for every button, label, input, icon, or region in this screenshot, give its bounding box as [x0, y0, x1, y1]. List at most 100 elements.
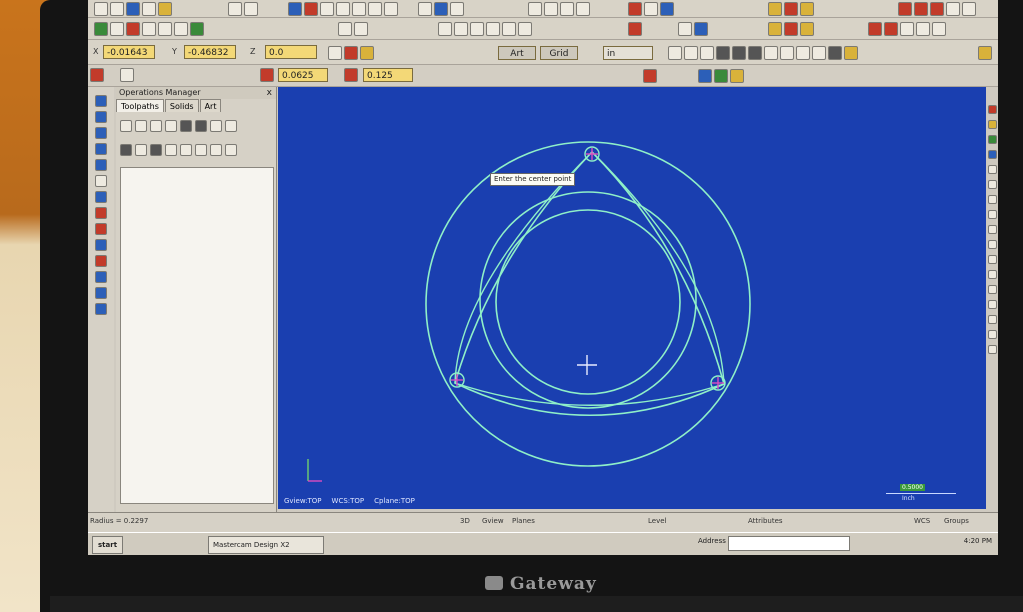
units-dropdown[interactable]: in	[603, 46, 653, 60]
start-button[interactable]: start	[92, 536, 124, 554]
select-window-icon[interactable]	[454, 22, 468, 36]
close-icon[interactable]: x	[267, 87, 272, 99]
left-tool-12-icon[interactable]	[95, 271, 107, 283]
left-tool-9-icon[interactable]	[95, 223, 107, 235]
measure-icon[interactable]	[450, 2, 464, 16]
zoom-fit-icon[interactable]	[288, 2, 302, 16]
left-tool-6-icon[interactable]	[95, 175, 107, 187]
art-i-icon[interactable]	[796, 46, 810, 60]
save-icon[interactable]	[126, 2, 140, 16]
left-tool-11-icon[interactable]	[95, 255, 107, 267]
left-tool-8-icon[interactable]	[95, 207, 107, 219]
layout-c-icon[interactable]	[900, 22, 914, 36]
verify-icon[interactable]	[195, 120, 207, 132]
art-a-icon[interactable]	[668, 46, 682, 60]
z-coordinate-field[interactable]: 0.0	[265, 45, 317, 59]
right-tool-9-icon[interactable]	[987, 225, 997, 234]
shading-icon[interactable]	[628, 2, 642, 16]
lock-icon[interactable]	[120, 144, 132, 156]
right-tool-15-icon[interactable]	[987, 315, 997, 324]
tab-solids[interactable]: Solids	[164, 99, 199, 112]
art-k-icon[interactable]	[828, 46, 842, 60]
toggle-posting-icon[interactable]	[135, 144, 147, 156]
tolerance-b-icon[interactable]	[344, 68, 358, 82]
new-op-icon[interactable]	[120, 68, 134, 82]
point-icon[interactable]	[94, 22, 108, 36]
fillet-icon[interactable]	[158, 22, 172, 36]
address-field[interactable]	[728, 536, 850, 551]
open-file-icon[interactable]	[110, 2, 124, 16]
vertex-marker-top[interactable]	[584, 146, 600, 162]
move-up-icon[interactable]	[180, 144, 192, 156]
select-area-icon[interactable]	[470, 22, 484, 36]
scroll-icon[interactable]	[210, 144, 222, 156]
left-tool-4-icon[interactable]	[95, 143, 107, 155]
repaint-icon[interactable]	[384, 2, 398, 16]
select-all-ops-icon[interactable]	[120, 120, 132, 132]
operations-tree[interactable]	[120, 167, 274, 504]
tolerance-b-field[interactable]: 0.125	[363, 68, 413, 82]
solid-box-icon[interactable]	[528, 2, 542, 16]
tab-toolpaths[interactable]: Toolpaths	[116, 99, 164, 112]
plane-top-icon[interactable]	[678, 22, 692, 36]
rectangle-icon[interactable]	[142, 22, 156, 36]
tab-art[interactable]: Art	[199, 99, 222, 112]
right-tool-13-icon[interactable]	[987, 285, 997, 294]
layout-b-icon[interactable]	[884, 22, 898, 36]
planes-button[interactable]: Planes	[512, 517, 535, 525]
right-tool-6-icon[interactable]	[987, 180, 997, 189]
gview-button[interactable]: Gview	[482, 517, 504, 525]
undo-icon[interactable]	[228, 2, 242, 16]
art-h-icon[interactable]	[780, 46, 794, 60]
zoom-out-icon[interactable]	[336, 2, 350, 16]
tool-a-icon[interactable]	[898, 2, 912, 16]
geometry-canvas[interactable]	[278, 87, 986, 509]
left-tool-10-icon[interactable]	[95, 239, 107, 251]
edit-c-icon[interactable]	[800, 22, 814, 36]
right-tool-10-icon[interactable]	[987, 240, 997, 249]
redo-icon[interactable]	[244, 2, 258, 16]
vertex-marker-left[interactable]	[449, 372, 465, 388]
edit-a-icon[interactable]	[768, 22, 782, 36]
layout-d-icon[interactable]	[916, 22, 930, 36]
stop-icon[interactable]	[90, 68, 104, 82]
pencil-icon[interactable]	[800, 2, 814, 16]
zoom-window-icon[interactable]	[304, 2, 318, 16]
only-display-icon[interactable]	[225, 144, 237, 156]
art-e-icon[interactable]	[732, 46, 746, 60]
xform-mirror-icon[interactable]	[354, 22, 368, 36]
autocursor-icon[interactable]	[344, 46, 358, 60]
tolerance-a-icon[interactable]	[260, 68, 274, 82]
tool-d-icon[interactable]	[946, 2, 960, 16]
select-vector-icon[interactable]	[502, 22, 516, 36]
left-tool-7-icon[interactable]	[95, 191, 107, 203]
art-d-icon[interactable]	[716, 46, 730, 60]
tolerance-a-field[interactable]: 0.0625	[278, 68, 328, 82]
art-help-icon[interactable]	[844, 46, 858, 60]
pen-icon[interactable]	[643, 69, 657, 83]
art-b-icon[interactable]	[684, 46, 698, 60]
regen-icon[interactable]	[150, 120, 162, 132]
edit-b-icon[interactable]	[784, 22, 798, 36]
right-tool-5-icon[interactable]	[987, 165, 997, 174]
zoom-in-icon[interactable]	[320, 2, 334, 16]
regen-dirty-icon[interactable]	[165, 120, 177, 132]
move-down-icon[interactable]	[165, 144, 177, 156]
xform-translate-icon[interactable]	[338, 22, 352, 36]
right-tool-11-icon[interactable]	[987, 255, 997, 264]
wand-icon[interactable]	[768, 2, 782, 16]
solid-sphere-icon[interactable]	[560, 2, 574, 16]
groups-button[interactable]: Groups	[944, 517, 969, 525]
cube-view-icon[interactable]	[628, 22, 642, 36]
art-f-icon[interactable]	[748, 46, 762, 60]
left-tool-5-icon[interactable]	[95, 159, 107, 171]
right-tool-1-icon[interactable]	[987, 105, 997, 114]
solid-cylinder-icon[interactable]	[544, 2, 558, 16]
ribbon-help-icon[interactable]	[730, 69, 744, 83]
mode-toggle[interactable]: 3D	[460, 517, 470, 525]
right-tool-4-icon[interactable]	[987, 150, 997, 159]
grid-button[interactable]: Grid	[540, 46, 578, 60]
vertex-marker-right[interactable]	[710, 375, 726, 391]
art-j-icon[interactable]	[812, 46, 826, 60]
zoom-target-icon[interactable]	[352, 2, 366, 16]
